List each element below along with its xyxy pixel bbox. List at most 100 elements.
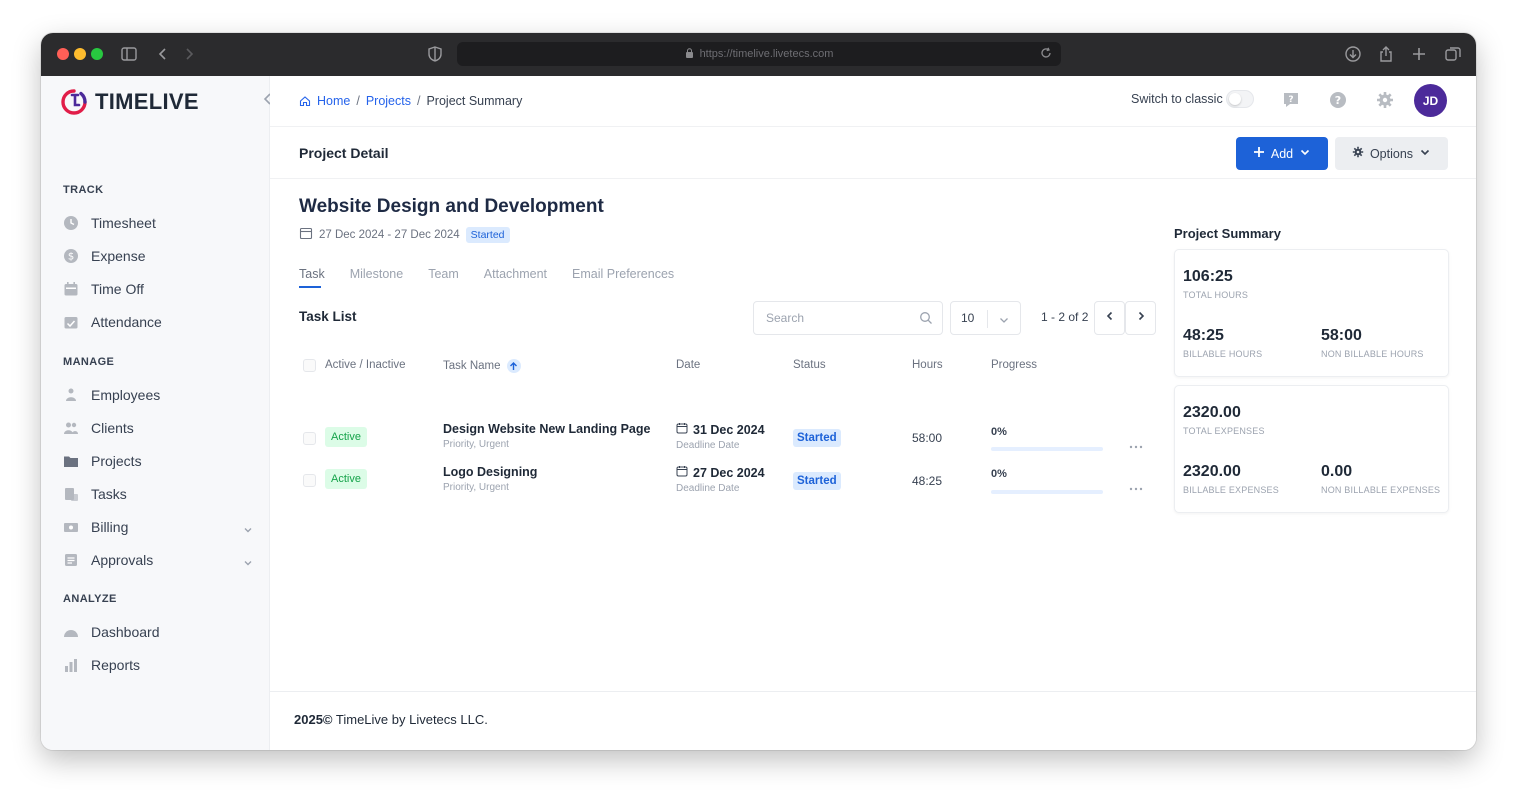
tab-attachment[interactable]: Attachment bbox=[484, 267, 547, 287]
sidebar-item-label: Projects bbox=[91, 453, 142, 469]
forward-icon[interactable] bbox=[179, 44, 199, 64]
sidebar-item-timesheet[interactable]: Timesheet bbox=[63, 210, 253, 236]
chevron-down-icon bbox=[1299, 146, 1311, 161]
previous-page-button[interactable] bbox=[1094, 301, 1125, 335]
active-badge[interactable]: Active bbox=[325, 469, 367, 489]
project-summary-title: Project Summary bbox=[1174, 226, 1281, 241]
close-window-button[interactable] bbox=[57, 48, 69, 60]
feedback-icon[interactable]: ? bbox=[1281, 90, 1301, 110]
billing-icon bbox=[63, 519, 79, 535]
browser-toolbar: https://timelive.livetecs.com bbox=[41, 33, 1476, 76]
shield-icon[interactable] bbox=[425, 44, 445, 64]
switch-classic-label: Switch to classic bbox=[1131, 92, 1223, 106]
page-title: Project Detail bbox=[299, 145, 389, 161]
svg-text:?: ? bbox=[1335, 94, 1341, 107]
sidebar-item-employees[interactable]: Employees bbox=[63, 382, 253, 408]
next-page-button[interactable] bbox=[1125, 301, 1156, 335]
task-name[interactable]: Design Website New Landing Page bbox=[443, 422, 650, 436]
calendar-icon bbox=[676, 422, 688, 437]
switch-classic-toggle[interactable] bbox=[1226, 90, 1254, 108]
main-content: Home / Projects / Project Summary Switch… bbox=[270, 76, 1476, 750]
column-header-task-name[interactable]: Task Name bbox=[443, 359, 521, 373]
select-all-checkbox[interactable] bbox=[303, 359, 316, 372]
column-header-label: Task Name bbox=[443, 360, 501, 372]
total-expenses-value: 2320.00 bbox=[1183, 404, 1241, 421]
top-bar: Home / Projects / Project Summary Switch… bbox=[270, 76, 1476, 127]
total-expenses-label: TOTAL EXPENSES bbox=[1183, 426, 1265, 436]
calendar-icon bbox=[63, 281, 79, 297]
column-header-active[interactable]: Active / Inactive bbox=[325, 359, 406, 371]
sidebar-item-clients[interactable]: Clients bbox=[63, 415, 253, 441]
breadcrumb-separator: / bbox=[416, 94, 421, 108]
sidebar-item-label: Billing bbox=[91, 519, 129, 535]
sidebar-item-tasks[interactable]: Tasks bbox=[63, 481, 253, 507]
page-header: Project Detail Add Options bbox=[270, 127, 1476, 179]
breadcrumb-home[interactable]: Home bbox=[317, 94, 350, 108]
breadcrumb-projects[interactable]: Projects bbox=[366, 94, 411, 108]
sidebar-item-billing[interactable]: Billing bbox=[63, 514, 253, 540]
clock-icon bbox=[63, 215, 79, 231]
row-checkbox[interactable] bbox=[303, 432, 316, 445]
sidebar-item-reports[interactable]: Reports bbox=[63, 652, 253, 678]
column-header-hours[interactable]: Hours bbox=[912, 359, 943, 371]
settings-gear-icon[interactable] bbox=[1375, 90, 1395, 110]
svg-text:?: ? bbox=[1288, 95, 1293, 105]
download-icon[interactable] bbox=[1343, 44, 1363, 64]
help-icon[interactable]: ? bbox=[1328, 90, 1348, 110]
back-icon[interactable] bbox=[153, 44, 173, 64]
sidebar-toggle-icon[interactable] bbox=[119, 44, 139, 64]
copyright-owner: TimeLive by Livetecs LLC. bbox=[335, 712, 488, 727]
task-deadline: 27 Dec 2024 bbox=[693, 465, 765, 480]
tab-milestone[interactable]: Milestone bbox=[350, 267, 404, 287]
pagination-range: 1 - 2 of 2 bbox=[1041, 310, 1089, 324]
new-tab-icon[interactable] bbox=[1409, 44, 1429, 64]
search-icon[interactable] bbox=[919, 311, 933, 325]
add-button[interactable]: Add bbox=[1236, 137, 1328, 170]
reload-icon[interactable] bbox=[1039, 46, 1053, 60]
sort-ascending-icon[interactable] bbox=[506, 359, 521, 373]
page-size-select[interactable]: 10 bbox=[950, 301, 1021, 335]
tab-team[interactable]: Team bbox=[428, 267, 459, 287]
column-header-status[interactable]: Status bbox=[793, 359, 826, 371]
tab-email-preferences[interactable]: Email Preferences bbox=[572, 267, 674, 287]
copyright-text: 2025© TimeLive by Livetecs LLC. bbox=[294, 712, 488, 727]
task-name-cell[interactable]: Logo Designing Priority, Urgent bbox=[443, 465, 537, 493]
sidebar-item-time-off[interactable]: Time Off bbox=[63, 276, 253, 302]
sidebar-item-dashboard[interactable]: Dashboard bbox=[63, 619, 253, 645]
task-name-cell[interactable]: Design Website New Landing Page Priority… bbox=[443, 422, 650, 450]
logo[interactable]: TIMELIVE bbox=[59, 87, 199, 117]
total-hours-value: 106:25 bbox=[1183, 268, 1233, 285]
search-input[interactable]: Search bbox=[753, 301, 943, 335]
address-bar[interactable]: https://timelive.livetecs.com bbox=[457, 42, 1061, 66]
tab-task[interactable]: Task bbox=[299, 267, 325, 288]
active-badge[interactable]: Active bbox=[325, 427, 367, 447]
tab-overview-icon[interactable] bbox=[1443, 44, 1463, 64]
column-header-progress[interactable]: Progress bbox=[991, 359, 1037, 371]
sidebar-item-label: Approvals bbox=[91, 552, 154, 568]
chevron-down-icon[interactable] bbox=[243, 555, 253, 566]
row-checkbox[interactable] bbox=[303, 474, 316, 487]
row-menu-icon[interactable] bbox=[1129, 436, 1143, 449]
sidebar-item-approvals[interactable]: Approvals bbox=[63, 547, 253, 573]
task-hours: 48:25 bbox=[912, 474, 943, 488]
maximize-window-button[interactable] bbox=[91, 48, 103, 60]
project-status-badge: Started bbox=[465, 226, 510, 243]
sidebar-item-attendance[interactable]: Attendance bbox=[63, 309, 253, 335]
sidebar-item-expense[interactable]: $ Expense bbox=[63, 243, 253, 269]
minimize-window-button[interactable] bbox=[74, 48, 86, 60]
expenses-summary-card: 2320.00 TOTAL EXPENSES 2320.00 BILLABLE … bbox=[1174, 385, 1449, 513]
task-progress-text: 0% bbox=[991, 468, 1007, 480]
chevron-down-icon[interactable] bbox=[243, 522, 253, 533]
options-button-label: Options bbox=[1369, 146, 1414, 161]
home-icon[interactable] bbox=[299, 95, 311, 107]
share-icon[interactable] bbox=[1376, 44, 1396, 64]
non-billable-hours-label: NON BILLABLE HOURS bbox=[1321, 349, 1424, 359]
options-button[interactable]: Options bbox=[1335, 137, 1448, 170]
task-name[interactable]: Logo Designing bbox=[443, 465, 537, 479]
user-avatar[interactable]: JD bbox=[1414, 84, 1447, 117]
page-footer: 2025© TimeLive by Livetecs LLC. bbox=[270, 691, 1476, 750]
billable-hours-value: 48:25 bbox=[1183, 327, 1224, 344]
row-menu-icon[interactable] bbox=[1129, 478, 1143, 491]
column-header-date[interactable]: Date bbox=[676, 359, 700, 371]
sidebar-item-projects[interactable]: Projects bbox=[63, 448, 253, 474]
